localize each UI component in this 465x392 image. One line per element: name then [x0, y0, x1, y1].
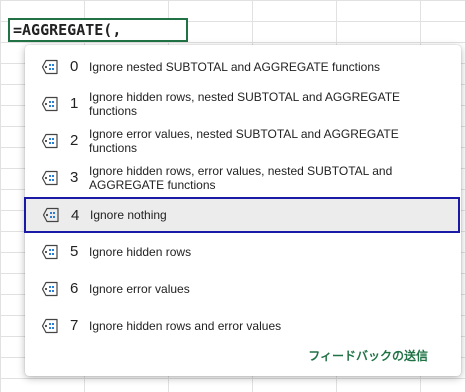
- function-option-icon: [39, 56, 61, 78]
- option-description: Ignore error values, nested SUBTOTAL and…: [89, 126, 399, 155]
- option-6[interactable]: 6 Ignore error values: [25, 270, 461, 307]
- option-7[interactable]: 7 Ignore hidden rows and error values: [25, 307, 461, 344]
- option-description: Ignore nested SUBTOTAL and AGGREGATE fun…: [89, 59, 381, 74]
- option-2[interactable]: 2 Ignore error values, nested SUBTOTAL a…: [25, 122, 461, 159]
- option-description: Ignore hidden rows, nested SUBTOTAL and …: [89, 89, 401, 118]
- option-number: 6: [70, 280, 79, 297]
- option-number: 0: [70, 58, 79, 75]
- option-4[interactable]: 4 Ignore nothing: [24, 197, 460, 233]
- function-option-icon: [39, 278, 61, 300]
- option-number: 1: [70, 95, 79, 112]
- option-1[interactable]: 1 Ignore hidden rows, nested SUBTOTAL an…: [25, 85, 461, 122]
- function-option-icon: [39, 315, 61, 337]
- option-0[interactable]: 0 Ignore nested SUBTOTAL and AGGREGATE f…: [25, 48, 461, 85]
- function-option-icon: [39, 93, 61, 115]
- function-argument-dropdown: 0 Ignore nested SUBTOTAL and AGGREGATE f…: [24, 45, 461, 376]
- option-description: Ignore nothing: [90, 208, 167, 222]
- option-description: Ignore hidden rows: [89, 244, 192, 259]
- option-description: Ignore hidden rows and error values: [89, 318, 282, 333]
- option-number: 7: [70, 317, 79, 334]
- cell-formula-editor[interactable]: =AGGREGATE(,: [8, 18, 188, 42]
- option-number: 2: [70, 132, 79, 149]
- option-5[interactable]: 5 Ignore hidden rows: [25, 233, 461, 270]
- option-number: 5: [70, 243, 79, 260]
- send-feedback-link[interactable]: フィードバックの送信: [308, 347, 428, 364]
- option-number: 4: [71, 206, 80, 224]
- option-description: Ignore error values: [89, 281, 190, 296]
- option-3[interactable]: 3 Ignore hidden rows, error values, nest…: [25, 159, 461, 196]
- function-option-icon: [40, 204, 62, 226]
- function-option-icon: [39, 167, 61, 189]
- option-number: 3: [70, 169, 79, 186]
- option-description: Ignore hidden rows, error values, nested…: [89, 163, 393, 192]
- function-option-icon: [39, 241, 61, 263]
- function-option-icon: [39, 130, 61, 152]
